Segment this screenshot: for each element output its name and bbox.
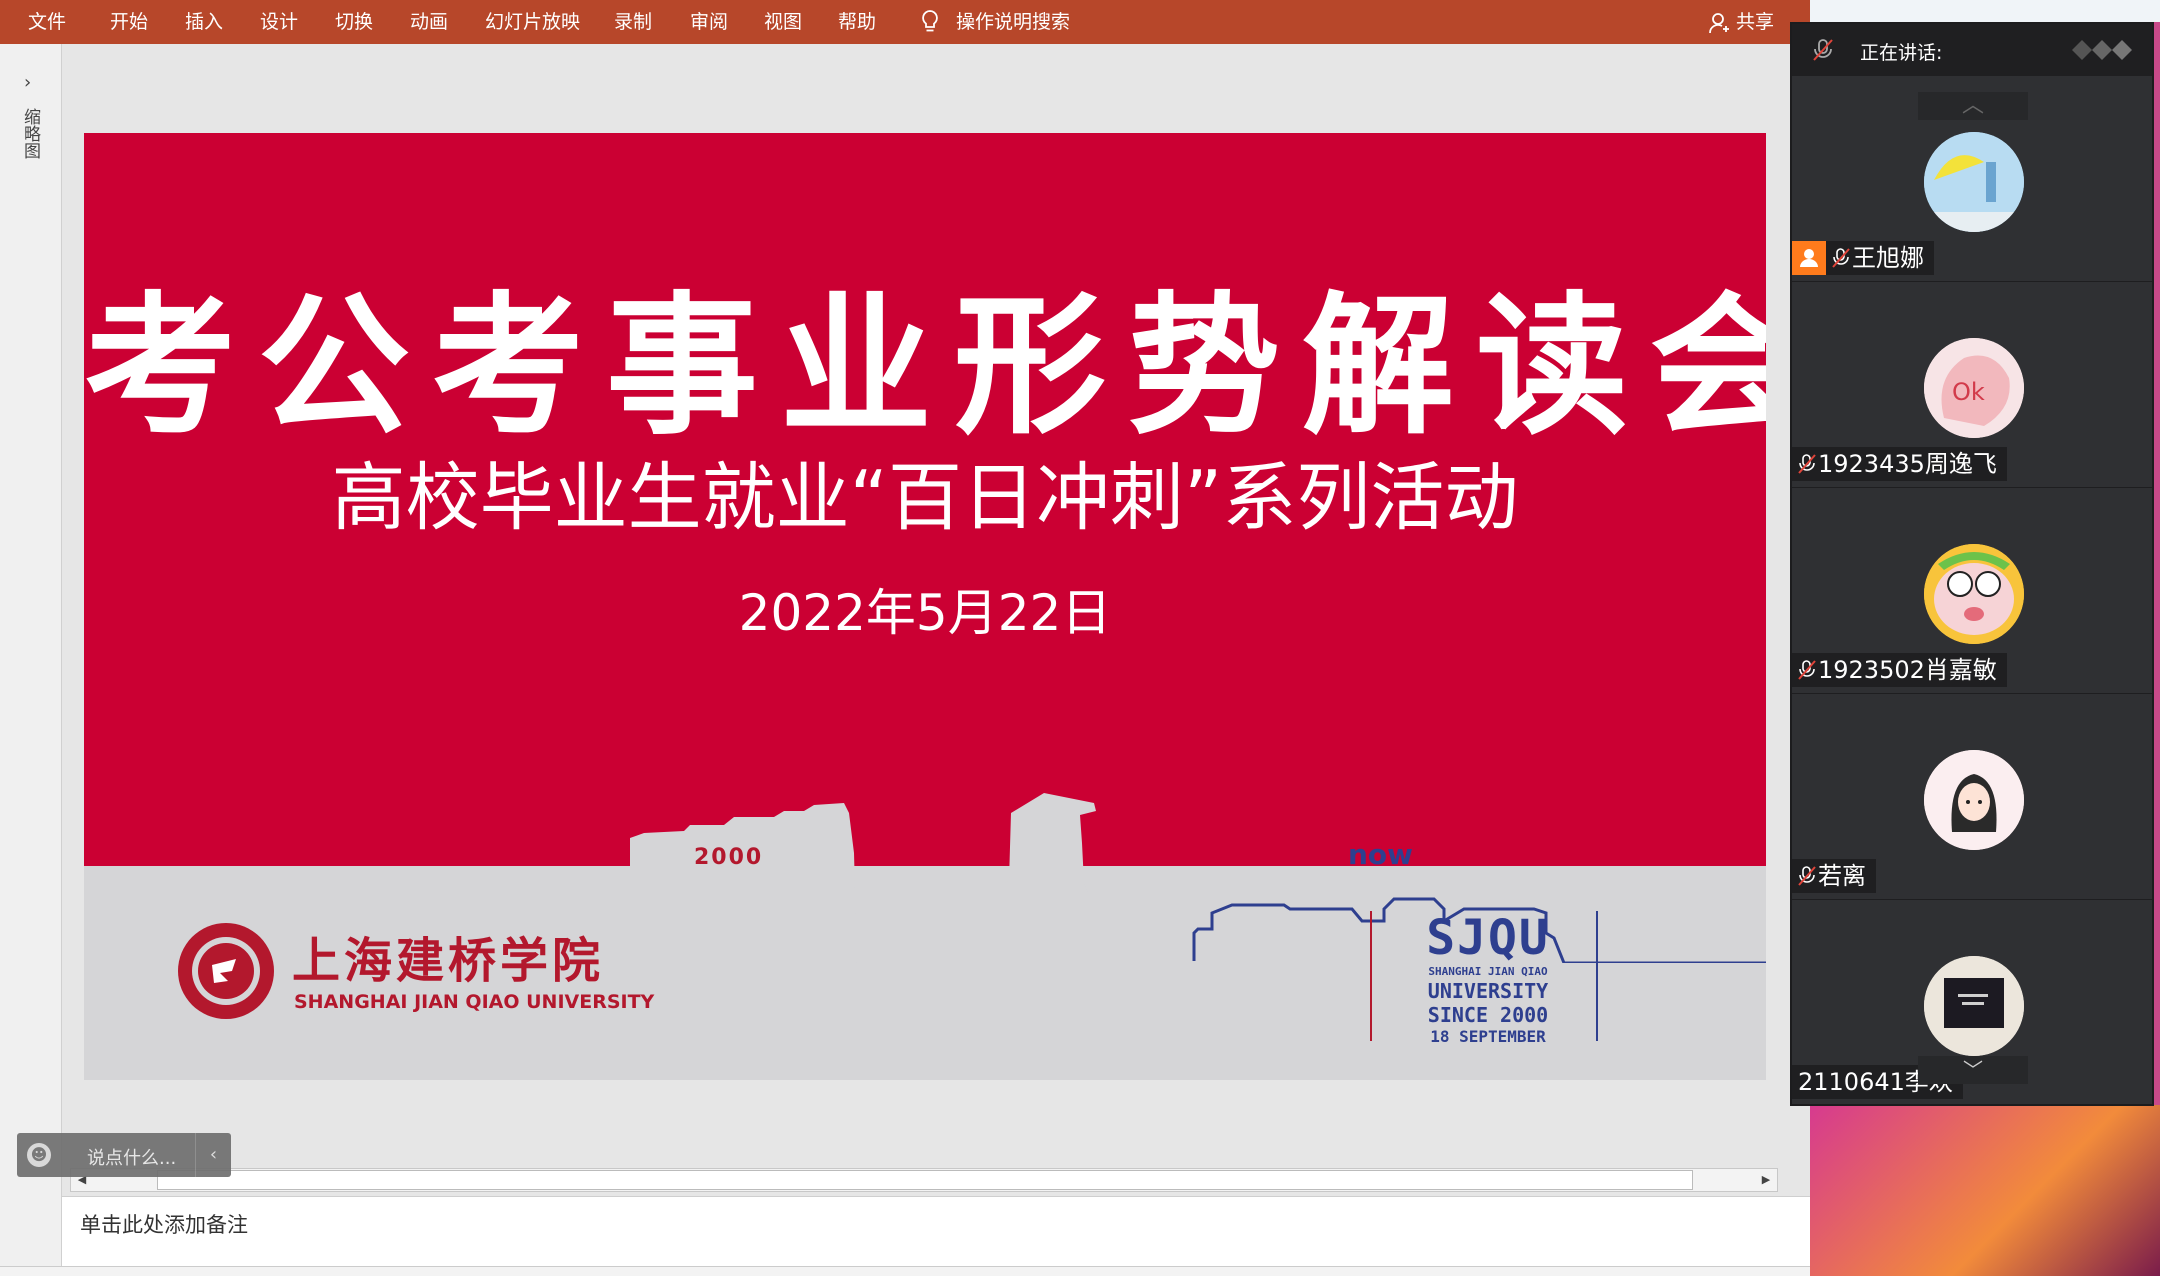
avatar: Ok — [1924, 338, 2024, 438]
university-seal-icon — [178, 923, 274, 1019]
participant-tile[interactable]: Ok 1923435周逸飞 — [1792, 282, 2152, 488]
sjqu-abbr: SJQU — [1426, 910, 1550, 966]
host-badge-icon — [1792, 241, 1826, 275]
speaking-label: 正在讲话: — [1860, 42, 1943, 64]
tab-record[interactable]: 录制 — [614, 0, 652, 44]
person-share-icon[interactable] — [1708, 12, 1730, 34]
slide[interactable]: 考公考事业形势解读会 高校毕业生就业“百日冲刺”系列活动 2022年5月22日 … — [84, 133, 1766, 1080]
scrollbar-thumb[interactable] — [157, 1170, 1693, 1190]
ribbon-bar: 文件 开始 插入 设计 切换 动画 幻灯片放映 录制 审阅 视图 帮助 操作说明… — [0, 0, 1810, 44]
emoji-icon[interactable]: ☻ — [27, 1143, 51, 1167]
tab-animations[interactable]: 动画 — [410, 0, 448, 44]
chevron-up-icon[interactable]: ︿ — [1918, 92, 2028, 120]
chevron-left-icon[interactable]: ‹ — [195, 1133, 231, 1177]
skyline-year-label: 2000 — [694, 845, 764, 870]
chat-input[interactable]: 说点什么... — [87, 1144, 176, 1170]
status-bar — [0, 1266, 1810, 1276]
participant-name: 王旭娜 — [1852, 244, 1924, 272]
speaking-header: 正在讲话: — [1792, 24, 2152, 76]
participant-tile[interactable]: 1923502肖嘉敏 — [1792, 488, 2152, 694]
audio-level-icon — [2072, 40, 2132, 60]
participant-name-tag: 王旭娜 — [1792, 241, 1934, 275]
slide-date[interactable]: 2022年5月22日 — [84, 573, 1766, 645]
tab-design[interactable]: 设计 — [260, 0, 298, 44]
notes-pane[interactable]: 单击此处添加备注 — [62, 1196, 1810, 1266]
tab-insert[interactable]: 插入 — [185, 0, 223, 44]
horizontal-scrollbar[interactable]: ◀ ▶ — [70, 1168, 1778, 1192]
tab-slideshow[interactable]: 幻灯片放映 — [485, 0, 580, 44]
avatar — [1924, 132, 2024, 232]
tab-home[interactable]: 开始 — [110, 0, 148, 44]
sjqu-line3: SINCE 2000 — [1427, 1003, 1549, 1027]
lightbulb-icon[interactable] — [918, 8, 942, 36]
participant-name-tag: 1923502肖嘉敏 — [1792, 653, 2007, 687]
avatar — [1924, 544, 2024, 644]
ok-hand-avatar-icon: Ok — [1924, 338, 2024, 438]
tell-me-search[interactable]: 操作说明搜索 — [956, 0, 1070, 44]
expand-thumbnails-icon[interactable]: › — [24, 72, 31, 93]
avatar — [1924, 956, 2024, 1056]
sjqu-line4: 18 SEPTEMBER — [1430, 1027, 1546, 1046]
share-button[interactable]: 共享 — [1736, 0, 1774, 44]
avatar — [1924, 750, 2024, 850]
participant-name-tag: 若离 — [1792, 859, 1876, 893]
chat-input-overlay[interactable]: ☻ 说点什么... ‹ — [17, 1133, 231, 1177]
slide-subtitle[interactable]: 高校毕业生就业“百日冲刺”系列活动 — [84, 438, 1766, 545]
desktop-strip-top — [1810, 0, 2160, 22]
girl-avatar-icon — [1924, 750, 2024, 850]
sjqu-line1: SHANGHAI JIAN QIAO — [1428, 965, 1548, 978]
logo-divider-left — [1370, 911, 1372, 1041]
umbrella-avatar-icon — [1924, 132, 2024, 232]
desktop-wallpaper — [1810, 1105, 2160, 1276]
tab-file[interactable]: 文件 — [28, 0, 66, 44]
tab-view[interactable]: 视图 — [764, 0, 802, 44]
participant-name-tag: 1923435周逸飞 — [1792, 447, 2007, 481]
sjqu-line2: UNIVERSITY — [1427, 979, 1549, 1003]
mic-muted-icon — [1832, 248, 1850, 268]
skyline-now-label: now — [1348, 838, 1414, 871]
thumbnails-label[interactable]: 缩略图 — [20, 108, 40, 159]
photo-avatar-icon — [1924, 956, 2024, 1056]
university-name-en: SHANGHAI JIAN QIAO UNIVERSITY — [294, 991, 655, 1013]
mic-muted-icon — [1798, 454, 1816, 474]
university-name-cn: 上海建桥学院 — [292, 933, 605, 989]
participant-name: 1923435周逸飞 — [1818, 450, 1997, 478]
logo-divider-right — [1596, 911, 1598, 1041]
video-participant-panel: 正在讲话: 王旭娜 Ok 1923435周逸飞 1923502肖嘉敏 若离 21… — [1790, 22, 2154, 1106]
notes-placeholder[interactable]: 单击此处添加备注 — [80, 1209, 248, 1239]
tab-transitions[interactable]: 切换 — [335, 0, 373, 44]
participant-name: 1923502肖嘉敏 — [1818, 656, 1997, 684]
svg-text:Ok: Ok — [1952, 378, 1985, 406]
sjqu-logo: SJQU SHANGHAI JIAN QIAO UNIVERSITY SINCE… — [1418, 911, 1558, 1047]
participant-tile[interactable]: 若离 — [1792, 694, 2152, 900]
mic-muted-icon[interactable] — [1812, 38, 1834, 62]
tab-help[interactable]: 帮助 — [838, 0, 876, 44]
chevron-down-icon[interactable]: ﹀ — [1918, 1056, 2028, 1084]
participant-name: 若离 — [1818, 862, 1866, 890]
slide-title[interactable]: 考公考事业形势解读会 — [84, 243, 1766, 463]
cartoon-face-avatar-icon — [1924, 544, 2024, 644]
mic-muted-icon — [1798, 660, 1816, 680]
thumbnail-pane: › 缩略图 — [0, 44, 62, 1266]
scroll-right-icon[interactable]: ▶ — [1755, 1169, 1777, 1191]
tab-review[interactable]: 审阅 — [690, 0, 728, 44]
mic-muted-icon — [1798, 866, 1816, 886]
